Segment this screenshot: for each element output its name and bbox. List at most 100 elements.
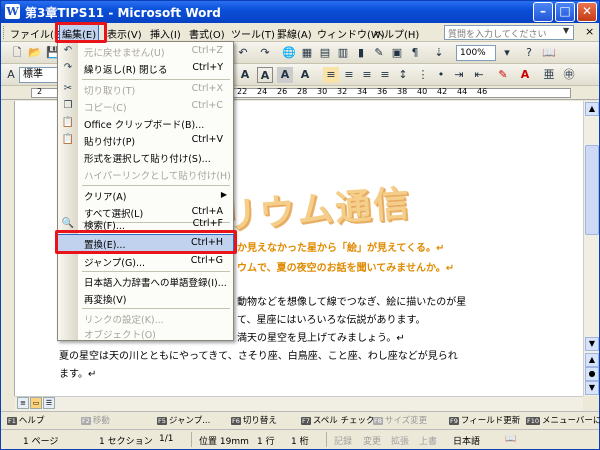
status-track-changes[interactable]: 変更 <box>363 434 381 447</box>
scroll-up-button[interactable]: ▲ <box>585 102 599 116</box>
doc-body-line-5[interactable]: ます。↵ <box>59 365 96 380</box>
status-column[interactable]: 1 桁 <box>291 434 309 447</box>
menu-format[interactable]: 書式(O) <box>189 26 225 41</box>
menu-repeat[interactable]: ↷ 繰り返し(R) 閉じる Ctrl+Y <box>58 60 233 77</box>
fkey-f9[interactable]: F9 フィールド更新 <box>449 414 520 426</box>
prev-page-button[interactable]: ▲ <box>585 353 599 367</box>
reading-mode-icon[interactable]: 📖 <box>541 45 557 61</box>
outline-view-icon[interactable]: ☰ <box>43 397 55 409</box>
menu-copy[interactable]: ❐ コピー(C) Ctrl+C <box>58 98 233 115</box>
document-close-icon[interactable]: × <box>585 25 594 38</box>
insert-excel-icon[interactable]: ▥ <box>335 45 351 61</box>
menu-help[interactable]: ヘルプ(H) <box>374 26 419 41</box>
numbering-icon[interactable]: ⋮ <box>415 67 431 83</box>
status-overtype[interactable]: 上書 <box>419 434 437 447</box>
zoom-select[interactable]: 100% <box>456 45 496 61</box>
scroll-thumb[interactable] <box>585 145 599 235</box>
title-bar[interactable]: W 第3章TIPS11 - Microsoft Word – □ ✕ <box>1 1 599 23</box>
char-border-icon[interactable]: A <box>257 67 273 83</box>
char-scale-icon[interactable]: A <box>297 67 313 83</box>
fkey-f5[interactable]: F5 ジャンプ... <box>157 414 210 426</box>
doc-lead-line-1[interactable]: か見えなかった星から「絵」が見えてくる。↵ <box>237 239 444 254</box>
doc-lead-line-2[interactable]: ウムで、夏の夜空のお話を聞いてみませんか。↵ <box>237 259 454 274</box>
indent-icon[interactable]: ⇥ <box>451 67 467 83</box>
menu-insert[interactable]: 挿入(I) <box>150 26 181 41</box>
undo-icon[interactable]: ↶ <box>235 45 251 61</box>
horizontal-scrollbar[interactable] <box>15 396 583 411</box>
fkey-f6[interactable]: F6 切り替え <box>231 414 277 426</box>
redo-icon[interactable]: ↷ <box>257 45 273 61</box>
menu-reconvert[interactable]: 再変換(V) <box>58 290 233 307</box>
insert-table-icon[interactable]: ▤ <box>317 45 333 61</box>
font-color-icon[interactable]: A <box>517 67 533 83</box>
open-icon[interactable]: 📂 <box>27 45 43 61</box>
menu-clear[interactable]: クリア(A) ▶ <box>58 187 233 204</box>
highlight-icon[interactable]: ✎ <box>495 67 511 83</box>
help-icon[interactable]: ? <box>521 45 537 61</box>
normal-view-icon[interactable]: ≡ <box>17 397 29 409</box>
menu-view[interactable]: 表示(V) <box>107 26 142 41</box>
doc-body-line-4[interactable]: 夏の星空は天の川とともにやってきて、さそり座、白鳥座、こと座、わし座などが見られ <box>59 347 458 362</box>
status-section[interactable]: 1 セクション <box>99 434 153 447</box>
menu-goto[interactable]: ジャンプ(G)... Ctrl+G <box>58 253 233 270</box>
show-hide-icon[interactable]: ¶ <box>407 45 423 61</box>
status-language[interactable]: 日本語 <box>453 434 480 447</box>
menu-object[interactable]: オブジェクト(O) <box>58 325 233 342</box>
outdent-icon[interactable]: ⇤ <box>471 67 487 83</box>
fkey-f10[interactable]: F10 メニューバーに <box>526 414 600 426</box>
new-doc-icon[interactable]: 🗋 <box>9 45 25 61</box>
status-record[interactable]: 記録 <box>334 434 352 447</box>
bullets-icon[interactable]: • <box>433 67 449 83</box>
menu-cut[interactable]: ✂ 切り取り(T) Ctrl+X <box>58 81 233 98</box>
next-page-button[interactable]: ▼ <box>585 381 599 395</box>
doc-body-line-2[interactable]: て、星座にはいろいろな伝説があります。 <box>237 311 426 326</box>
phonetic-guide-icon[interactable]: 亜 <box>541 67 557 83</box>
menu-undo[interactable]: ↶ 元に戻せません(U) Ctrl+Z <box>58 43 233 60</box>
menu-paste-hyperlink[interactable]: ハイパーリンクとして貼り付け(H) <box>58 166 233 183</box>
zoom-dropdown-icon[interactable]: ▾ <box>499 45 515 61</box>
menu-tools[interactable]: ツール(T) <box>231 26 275 41</box>
fkey-f7[interactable]: F7 スペル チェック... <box>301 414 383 426</box>
bold-icon[interactable]: A <box>237 67 253 83</box>
status-extend[interactable]: 拡張 <box>391 434 409 447</box>
justify-icon[interactable]: ≡ <box>377 67 393 83</box>
menu-paste-special[interactable]: 形式を選択して貼り付け(S)... <box>58 149 233 166</box>
menu-table[interactable]: 罫線(A) <box>277 26 312 41</box>
status-line[interactable]: 1 行 <box>257 434 275 447</box>
align-left-icon[interactable]: ≡ <box>323 67 339 83</box>
vertical-scrollbar[interactable]: ▲ ▼ ▲ ● ▼ <box>583 101 599 396</box>
doc-body-line-1[interactable]: 動物などを想像して線でつなぎ、絵に描いたのが星 <box>237 293 466 308</box>
drawing-icon[interactable]: ✎ <box>371 45 387 61</box>
menu-paste[interactable]: 📋 貼り付け(P) Ctrl+V <box>58 132 233 149</box>
document-map-icon[interactable]: ▣ <box>389 45 405 61</box>
word-app-icon[interactable]: W <box>5 4 20 19</box>
columns-icon[interactable]: ▮ <box>353 45 369 61</box>
fkey-f2[interactable]: F2 移動 <box>81 414 110 426</box>
maximize-button[interactable]: □ <box>555 2 575 22</box>
enclose-char-icon[interactable]: ㊥ <box>561 67 577 83</box>
status-position[interactable]: 位置 19mm <box>199 434 249 447</box>
close-button[interactable]: ✕ <box>577 2 597 22</box>
char-shading-icon[interactable]: A <box>277 67 293 83</box>
scroll-down-button[interactable]: ▼ <box>585 337 599 351</box>
fkey-f8[interactable]: F8 サイズ変更 <box>373 414 427 426</box>
align-right-icon[interactable]: ≡ <box>359 67 375 83</box>
align-center-icon[interactable]: ≡ <box>341 67 357 83</box>
status-page[interactable]: 1 ページ <box>23 434 58 447</box>
menubar-grip[interactable] <box>3 26 6 39</box>
status-page-count[interactable]: 1/1 <box>159 434 173 444</box>
vertical-ruler[interactable] <box>1 101 15 396</box>
help-search-input[interactable]: 質問を入力してください <box>444 25 574 40</box>
minimize-button[interactable]: – <box>533 2 553 22</box>
line-spacing-icon[interactable]: ↕ <box>395 67 411 83</box>
browse-object-button[interactable]: ● <box>585 367 599 381</box>
help-dropdown-icon[interactable]: ▼ <box>563 26 569 35</box>
hyperlink-icon[interactable]: 🌐 <box>281 45 297 61</box>
print-layout-icon[interactable]: ▭ <box>30 397 42 409</box>
tables-borders-icon[interactable]: ▦ <box>299 45 315 61</box>
menu-add-word[interactable]: 日本語入力辞書への単語登録(I)... <box>58 273 233 290</box>
vertical-text-icon[interactable]: ⇣ <box>431 45 447 61</box>
spelling-status-icon[interactable]: 📖 <box>505 434 516 444</box>
style-select[interactable]: 標準 <box>19 67 59 83</box>
menu-office-clipboard[interactable]: 📋 Office クリップボード(B)... <box>58 115 233 132</box>
